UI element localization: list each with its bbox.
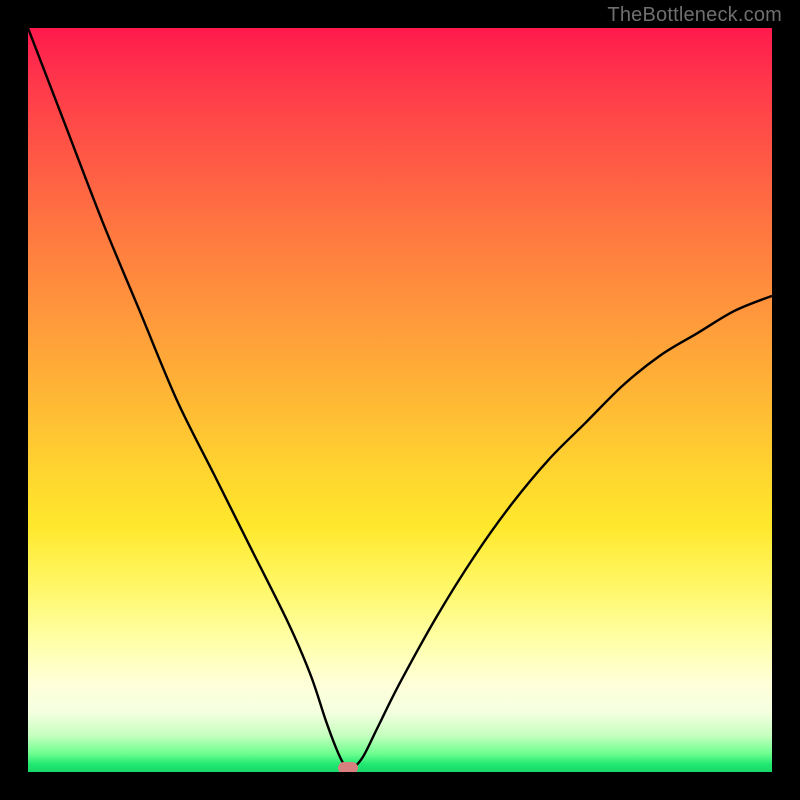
bottleneck-curve	[28, 28, 772, 769]
curve-svg	[28, 28, 772, 772]
bottleneck-marker	[338, 762, 358, 772]
plot-area	[28, 28, 772, 772]
watermark-text: TheBottleneck.com	[607, 4, 782, 27]
